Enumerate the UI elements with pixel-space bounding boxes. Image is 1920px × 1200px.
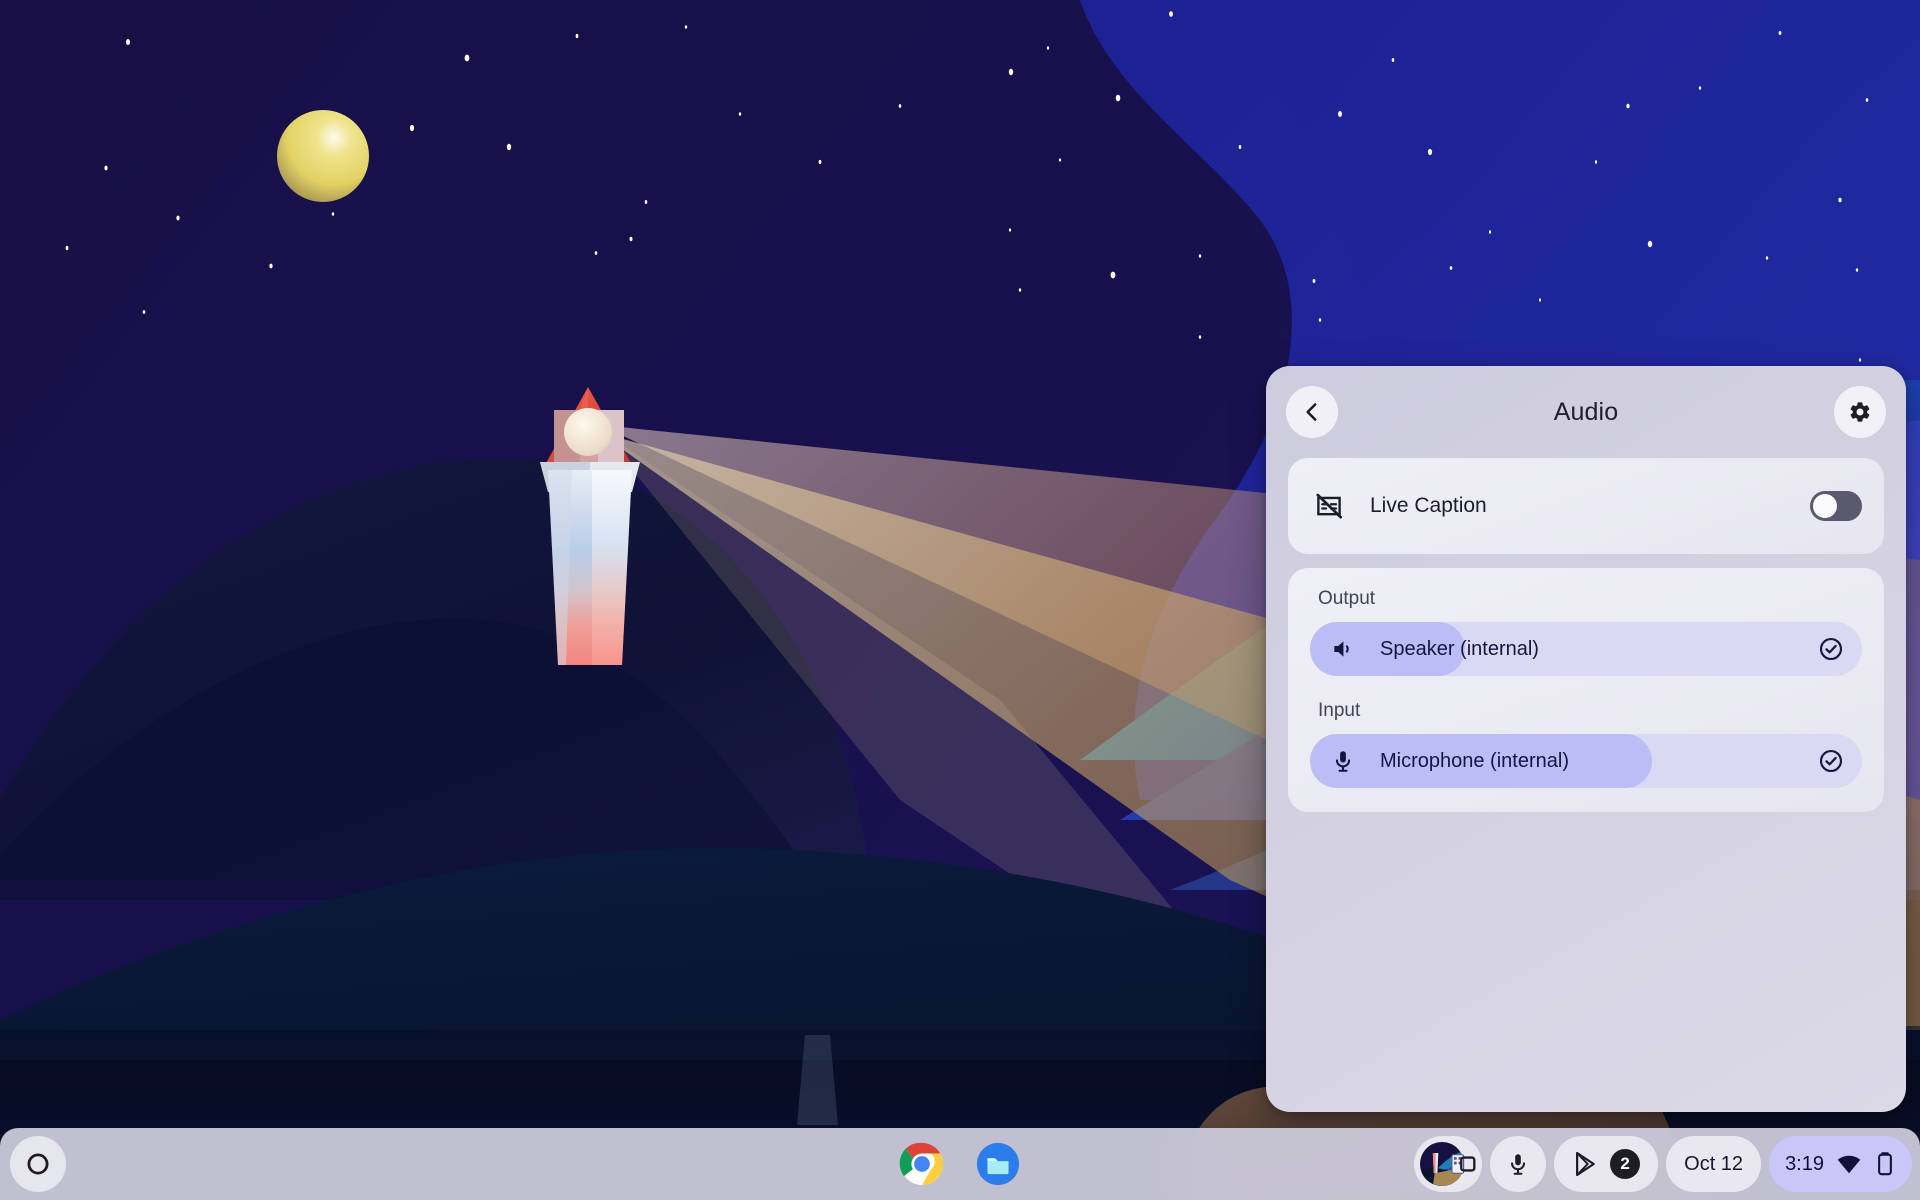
date-text: Oct 12 xyxy=(1684,1152,1744,1175)
chevron-left-icon xyxy=(1306,403,1317,421)
toggle-knob xyxy=(1813,494,1837,518)
microphone-status-button[interactable] xyxy=(1490,1136,1547,1192)
desks-button[interactable] xyxy=(1414,1136,1483,1192)
play-store-icon xyxy=(1576,1151,1595,1177)
input-group-label: Input xyxy=(1318,700,1361,721)
launcher-circle-icon xyxy=(27,1153,49,1175)
microphone-icon xyxy=(1511,1154,1526,1175)
speaker-icon xyxy=(1330,636,1356,662)
back-button[interactable] xyxy=(1286,386,1338,438)
play-store-update-badge: 2 xyxy=(1610,1149,1641,1179)
live-caption-label: Live Caption xyxy=(1370,494,1487,517)
output-device-name: Speaker (internal) xyxy=(1380,637,1539,660)
live-caption-off-icon xyxy=(1314,491,1344,521)
input-device-name: Microphone (internal) xyxy=(1380,749,1569,772)
panel-header: Audio xyxy=(1266,366,1906,458)
input-device-row-microphone[interactable]: Microphone (internal) xyxy=(1310,734,1862,788)
system-tray-button[interactable]: 3:19 xyxy=(1769,1136,1912,1192)
chrome-app-icon[interactable] xyxy=(899,1141,945,1187)
chromeos-desktop: Audio Live Caption Output Speaker (inter… xyxy=(0,0,1920,1200)
gear-icon xyxy=(1850,402,1870,422)
input-selected-check-icon xyxy=(1818,748,1844,774)
output-device-row-speaker[interactable]: Speaker (internal) xyxy=(1310,622,1862,676)
date-tray-button[interactable]: Oct 12 xyxy=(1666,1136,1762,1192)
panel-title: Audio xyxy=(1553,397,1619,426)
shelf: 2 Oct 12 3:19 xyxy=(0,1128,1920,1200)
shelf-app-icons xyxy=(899,1128,1021,1200)
output-selected-check-icon xyxy=(1818,636,1844,662)
audio-devices-card: Output Speaker (internal) Input Micropho… xyxy=(1288,568,1884,812)
wifi-icon xyxy=(1837,1155,1861,1174)
battery-icon xyxy=(1878,1152,1892,1176)
output-group-label: Output xyxy=(1318,588,1376,609)
live-caption-row[interactable]: Live Caption xyxy=(1288,458,1884,554)
microphone-icon xyxy=(1330,748,1356,774)
play-store-status-button[interactable]: 2 xyxy=(1554,1136,1659,1192)
launcher-button[interactable] xyxy=(10,1136,66,1192)
live-caption-toggle[interactable] xyxy=(1810,491,1862,521)
clock-text: 3:19 xyxy=(1785,1152,1824,1175)
screen-cast-icon xyxy=(1449,1150,1477,1178)
status-area: 2 Oct 12 3:19 xyxy=(1414,1136,1912,1192)
files-app-icon[interactable] xyxy=(975,1141,1021,1187)
settings-button[interactable] xyxy=(1834,386,1886,438)
audio-quick-settings-panel: Audio Live Caption Output Speaker (inter… xyxy=(1266,366,1906,1112)
